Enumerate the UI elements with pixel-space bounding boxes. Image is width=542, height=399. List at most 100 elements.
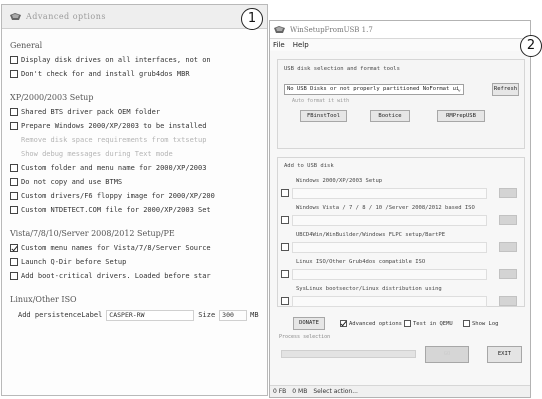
source-syslinux-browse-button[interactable] — [499, 296, 517, 306]
options-content: General Display disk drives on all inter… — [2, 29, 267, 323]
exit-button[interactable]: EXIT — [487, 346, 522, 363]
size-label: Size — [198, 311, 216, 319]
checkbox[interactable] — [10, 164, 18, 172]
source-linux-label: Linux ISO/Other Grub4dos compatible ISO — [296, 259, 426, 265]
go-button[interactable]: GO — [425, 346, 469, 363]
source-pe-checkbox[interactable] — [281, 243, 289, 251]
source-xp-label: Windows 2000/XP/2003 Setup — [296, 178, 383, 184]
option-label: Shared BTS driver pack OEM folder — [21, 108, 161, 116]
show-log-label: Show Log — [472, 320, 499, 327]
option-label: Remove disk space requirements from txts… — [21, 136, 207, 144]
source-vista-checkbox[interactable] — [281, 216, 289, 224]
test-qemu-toggle[interactable]: Test in QEMU — [404, 320, 453, 327]
menu-file[interactable]: File — [273, 41, 285, 49]
checkbox[interactable] — [10, 178, 18, 186]
group-linux-title: Linux/Other ISO — [10, 295, 77, 304]
callout-1: 1 — [241, 8, 263, 30]
winsetupfromusb-window: WinSetupFromUSB 1.7 File Help USB disk s… — [269, 20, 531, 398]
option-label: Do not copy and use BTMS — [21, 178, 123, 186]
option-label: Custom drivers/F6 floppy image for 2000/… — [21, 192, 215, 200]
size-input[interactable]: 300 — [219, 309, 248, 321]
option-label: Launch Q-Dir before Setup — [21, 258, 127, 266]
source-syslinux-checkbox[interactable] — [281, 297, 289, 305]
source-vista-label: Windows Vista / 7 / 8 / 10 /Server 2008/… — [296, 205, 475, 211]
usb-disk-select[interactable]: No USB Disks or not properly partitioned… — [284, 84, 464, 95]
show-log-checkbox[interactable] — [463, 320, 470, 327]
advanced-options-toggle[interactable]: Advanced options — [340, 320, 402, 327]
option-display-all-disks[interactable]: Display disk drives on all interfaces, n… — [10, 53, 267, 67]
option-label: Display disk drives on all interfaces, n… — [21, 56, 211, 64]
source-vista-browse-button[interactable] — [499, 215, 517, 225]
auto-format-label: Auto format it with — [292, 98, 350, 104]
source-pe-label: UBCD4Win/WinBuilder/Windows FLPC setup/B… — [296, 232, 446, 238]
source-pe-path[interactable] — [292, 242, 487, 253]
source-syslinux-label: SysLinux bootsector/Linux distribution u… — [296, 286, 442, 292]
checkbox[interactable] — [10, 272, 18, 280]
option-label: Don't check for and install grub4dos MBR — [21, 70, 190, 78]
option-custom-folder[interactable]: Custom folder and menu name for 2000/XP/… — [10, 161, 267, 175]
option-remove-disk-space: Remove disk space requirements from txts… — [10, 133, 267, 147]
source-linux-browse-button[interactable] — [499, 269, 517, 279]
source-xp-path[interactable] — [292, 188, 487, 199]
persistence-row: Add persistence Label CASPER-RW Size 300… — [18, 307, 267, 323]
status-bar: 0 FB 0 MB Select action... — [270, 385, 530, 397]
option-label: Custom menu names for Vista/7/8/Server S… — [21, 244, 211, 252]
callout-2: 2 — [520, 35, 542, 57]
label-label: Label — [81, 311, 103, 319]
option-custom-drivers[interactable]: Custom drivers/F6 floppy image for 2000/… — [10, 189, 267, 203]
checkbox[interactable] — [10, 258, 18, 266]
checkbox[interactable] — [10, 56, 18, 64]
process-selection-label: Process selection — [279, 334, 331, 340]
status-action: Select action... — [313, 388, 358, 395]
option-prepare-xp[interactable]: Prepare Windows 2000/XP/2003 to be insta… — [10, 119, 267, 133]
show-log-toggle[interactable]: Show Log — [463, 320, 499, 327]
option-boot-critical-drivers[interactable]: Add boot-critical drivers. Loaded before… — [10, 269, 267, 283]
source-linux-checkbox[interactable] — [281, 270, 289, 278]
advanced-options-checkbox[interactable] — [340, 320, 347, 327]
source-linux-path[interactable] — [292, 269, 487, 280]
window-title: WinSetupFromUSB 1.7 — [290, 25, 373, 34]
option-label: Add boot-critical drivers. Loaded before… — [21, 272, 211, 280]
checkbox-checked[interactable] — [10, 244, 18, 252]
option-label: Custom NTDETECT.COM file for 2000/XP/200… — [21, 206, 211, 214]
checkbox[interactable] — [10, 192, 18, 200]
fbinsttool-button[interactable]: FBinstTool — [300, 110, 347, 122]
title-bar: Advanced options — [2, 5, 267, 29]
option-launch-qdir[interactable]: Launch Q-Dir before Setup — [10, 255, 267, 269]
rmprepusb-button[interactable]: RMPrepUSB — [437, 110, 485, 122]
refresh-button[interactable]: Refresh — [492, 83, 519, 96]
group-general-title: General — [10, 41, 43, 50]
checkbox[interactable] — [10, 122, 18, 130]
group-xp-title: XP/2000/2003 Setup — [10, 93, 94, 102]
label-input[interactable]: CASPER-RW — [106, 309, 195, 321]
group-vista-title: Vista/7/8/10/Server 2008/2012 Setup/PE — [10, 229, 175, 238]
source-xp-browse-button[interactable] — [499, 188, 517, 198]
source-pe-browse-button[interactable] — [499, 242, 517, 252]
source-vista-path[interactable] — [292, 215, 487, 226]
mb-label: MB — [250, 311, 259, 319]
test-qemu-checkbox[interactable] — [404, 320, 411, 327]
progress-bar — [281, 350, 416, 358]
checkbox[interactable] — [10, 108, 18, 116]
advanced-options-label: Advanced options — [349, 320, 402, 327]
source-syslinux-path[interactable] — [292, 296, 487, 307]
source-xp-checkbox[interactable] — [281, 189, 289, 197]
add-to-usb-panel: Add to USB disk Windows 2000/XP/2003 Set… — [277, 157, 525, 307]
option-no-grub4dos-mbr[interactable]: Don't check for and install grub4dos MBR — [10, 67, 267, 81]
checkbox[interactable] — [10, 206, 18, 214]
option-show-debug: Show debug messages during Text mode — [10, 147, 267, 161]
option-label: Prepare Windows 2000/XP/2003 to be insta… — [21, 122, 207, 130]
title-bar: WinSetupFromUSB 1.7 — [270, 21, 530, 39]
option-custom-menu-names[interactable]: Custom menu names for Vista/7/8/Server S… — [10, 241, 267, 255]
option-custom-ntdetect[interactable]: Custom NTDETECT.COM file for 2000/XP/200… — [10, 203, 267, 217]
menu-help[interactable]: Help — [293, 41, 309, 49]
donate-button[interactable]: DONATE — [293, 317, 325, 330]
checkbox[interactable] — [10, 70, 18, 78]
status-files: 0 FB — [273, 388, 287, 395]
usb-selection-panel: USB disk selection and format tools No U… — [277, 59, 525, 149]
window-title: Advanced options — [26, 12, 107, 21]
option-no-btms[interactable]: Do not copy and use BTMS — [10, 175, 267, 189]
status-size: 0 MB — [292, 388, 308, 395]
option-shared-bts[interactable]: Shared BTS driver pack OEM folder — [10, 105, 267, 119]
bootice-button[interactable]: Bootice — [370, 110, 410, 122]
